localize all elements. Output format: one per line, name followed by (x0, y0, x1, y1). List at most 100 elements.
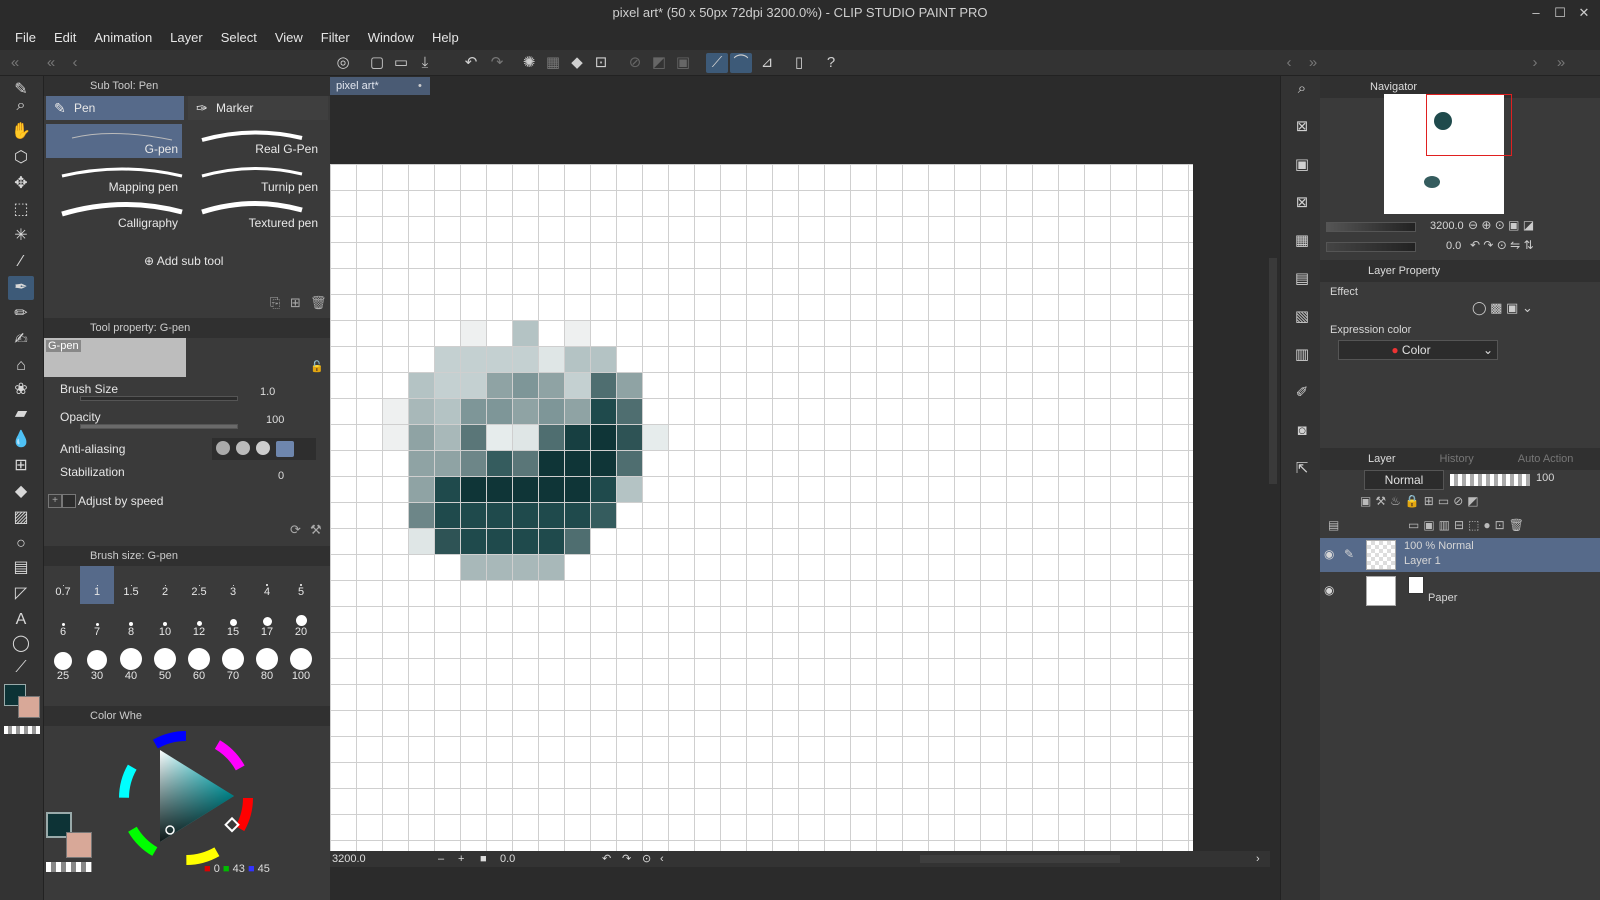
tablet-icon[interactable]: ▯ (788, 53, 810, 73)
tab-layer[interactable]: Layer (1368, 448, 1396, 470)
brush-size-preset[interactable]: 70 (216, 646, 250, 684)
panel-collapse-icon[interactable]: » (1302, 53, 1324, 73)
expression-color-dropdown[interactable]: ● Color ⌄ (1338, 340, 1498, 360)
transform-icon[interactable]: ⊡ (590, 53, 612, 73)
tab-marker[interactable]: ✑ Marker (188, 96, 328, 120)
eye-icon[interactable]: ◉ (1324, 583, 1334, 597)
maximize-button[interactable]: ☐ (1548, 0, 1572, 26)
selection-icon[interactable]: ⬚ (8, 198, 34, 222)
tab-auto-action[interactable]: Auto Action (1518, 448, 1574, 470)
antialias-none-icon[interactable] (216, 441, 230, 455)
rotate-right-icon[interactable]: ↷ (622, 851, 631, 867)
help-icon[interactable]: ? (820, 53, 842, 73)
gradient-icon[interactable]: ▨ (8, 506, 34, 530)
menu-help[interactable]: Help (423, 26, 468, 50)
brush-size-preset[interactable]: 50 (148, 646, 182, 684)
menu-file[interactable]: File (6, 26, 45, 50)
layer-list-icon[interactable]: ▤ (1328, 518, 1339, 532)
brush-size-preset[interactable]: 60 (182, 646, 216, 684)
fill-tool-icon[interactable]: ◆ (8, 480, 34, 504)
navigator-rotate-buttons[interactable]: ↶ ↷ ⊙ ⇋ ⇅ (1470, 238, 1534, 252)
brush-size-preset[interactable]: 30 (80, 646, 114, 684)
open-file-icon[interactable]: ▭ (390, 53, 412, 73)
tone-icon[interactable]: ▦ (1289, 228, 1315, 254)
tab-history[interactable]: History (1440, 448, 1474, 470)
lock-icon[interactable]: 🔓 (310, 360, 324, 373)
document-tab[interactable]: pixel art* • (330, 77, 430, 95)
brush-size-preset[interactable]: 6 (46, 606, 80, 644)
layer-tool-buttons[interactable]: ▣⚒♨🔒⊞▭⊘◩ (1360, 494, 1483, 508)
blend-mode-dropdown[interactable]: Normal (1364, 470, 1444, 490)
brush-size-preset[interactable]: 40 (114, 646, 148, 684)
brush-size-preset[interactable]: 100 (284, 646, 318, 684)
tab-close-icon[interactable]: • (418, 77, 422, 95)
left-arrow-icon[interactable]: ‹ (64, 53, 86, 73)
double-left-icon[interactable]: « (40, 53, 62, 73)
text-icon[interactable]: A (8, 608, 34, 632)
brush-size-preset[interactable]: 80 (250, 646, 284, 684)
edit-icon[interactable]: ✐ (1289, 380, 1315, 406)
minimize-button[interactable]: – (1524, 0, 1548, 26)
zoom-icon[interactable]: ⌕ (8, 94, 34, 118)
initial-settings-icon[interactable]: ⟳ (290, 522, 301, 538)
snap-ruler-icon[interactable]: ⟋ (706, 53, 728, 73)
brush-icon[interactable]: ✍ (8, 328, 34, 352)
brush-size-preset[interactable]: 2.5 (182, 566, 216, 604)
brush-size-preset[interactable]: 15 (216, 606, 250, 644)
frame-icon[interactable]: ▤ (8, 556, 34, 580)
drawing-canvas[interactable] (330, 164, 1193, 851)
stabilization-value[interactable]: 0 (278, 470, 284, 482)
brush-size-preset[interactable]: 0.7 (46, 566, 80, 604)
export-icon[interactable]: ⇱ (1289, 456, 1315, 482)
close-button[interactable]: ✕ (1572, 0, 1596, 26)
antialias-medium-icon[interactable] (256, 441, 270, 455)
hand-icon[interactable]: ✋ (8, 120, 34, 144)
brush-size-preset[interactable]: 5 (284, 566, 318, 604)
menu-select[interactable]: Select (212, 26, 266, 50)
color-wheel[interactable] (114, 726, 258, 870)
antialias-selector[interactable] (212, 438, 316, 460)
hscroll-left-icon[interactable]: ‹ (660, 851, 664, 867)
cancel-icon[interactable]: ⊠ (1289, 190, 1315, 216)
wheel-sub-color[interactable] (66, 832, 92, 858)
horizontal-scroll-thumb[interactable] (920, 855, 1120, 863)
undo-icon[interactable]: ↶ (460, 53, 482, 73)
ruler-icon[interactable]: ◸ (8, 582, 34, 606)
panel-expand-icon[interactable]: » (1550, 53, 1572, 73)
eye-icon[interactable]: ◉ (1324, 547, 1334, 561)
brush-size-slider[interactable] (80, 396, 238, 401)
layer-opacity-value[interactable]: 100 (1536, 472, 1554, 484)
canvas-zoom-value[interactable]: 3200.0 (332, 851, 366, 867)
wheel-transparent-icon[interactable] (46, 862, 92, 872)
antialias-weak-icon[interactable] (236, 441, 250, 455)
navigator-rotate-slider[interactable] (1326, 242, 1416, 252)
delete-subtool-icon[interactable]: 🗑 (310, 295, 327, 311)
brush-size-preset[interactable]: 3 (216, 566, 250, 604)
rotate-left-icon[interactable]: ↶ (602, 851, 611, 867)
panel-right-icon[interactable]: › (1524, 53, 1546, 73)
figure-icon[interactable]: ⊞ (8, 454, 34, 478)
brush-size-preset[interactable]: 25 (46, 646, 80, 684)
camera-icon[interactable]: ◙ (1289, 418, 1315, 444)
add-subtool-icon[interactable]: ⊞ (290, 295, 301, 311)
layer-row-paper[interactable]: ◉ Paper (1320, 574, 1600, 608)
layer-action-buttons[interactable]: ▭▣▥⊟⬚●⊡🗑 (1408, 518, 1528, 532)
copy-subtool-icon[interactable]: ⎘ (270, 295, 280, 311)
panel-left-icon[interactable]: ‹ (1278, 53, 1300, 73)
snap-special-ruler-icon[interactable]: ⌒ (730, 53, 752, 73)
menu-window[interactable]: Window (359, 26, 423, 50)
zoom-in-icon[interactable]: + (458, 851, 464, 867)
brush-size-value[interactable]: 1.0 (260, 386, 275, 398)
expand-selection-icon[interactable]: ▣ (672, 53, 694, 73)
auto-select-icon[interactable]: ✳ (8, 224, 34, 248)
save-icon[interactable]: ⤓ (414, 53, 436, 73)
brush-size-preset[interactable]: 17 (250, 606, 284, 644)
correct-line-icon[interactable]: ⟋ (8, 656, 34, 680)
menu-edit[interactable]: Edit (45, 26, 85, 50)
balloon-icon[interactable]: ◯ (8, 632, 34, 656)
sub-color-swatch[interactable] (18, 696, 40, 718)
close-panel-icon[interactable]: ⊠ (1289, 114, 1315, 140)
vertical-scrollbar[interactable] (1268, 98, 1278, 850)
fit-icon[interactable]: ■ (480, 851, 487, 867)
hscroll-right-icon[interactable]: › (1256, 851, 1260, 867)
